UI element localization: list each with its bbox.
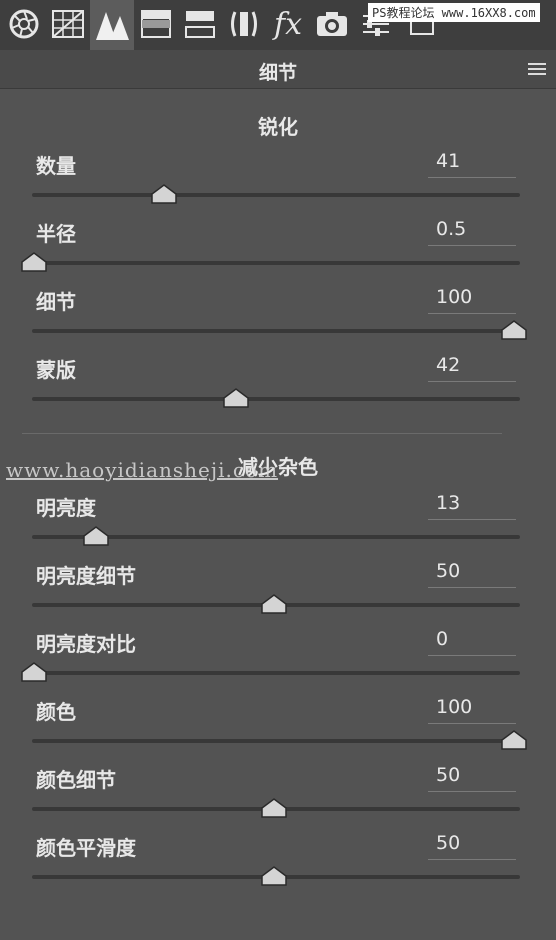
slider-label: 明亮度细节 [36,564,136,588]
slider-thumb[interactable] [21,662,47,682]
slider-track[interactable] [32,329,520,333]
section-title-sharpening: 锐化 [258,115,298,139]
hsl-icon[interactable] [180,4,220,44]
slider-value-input[interactable]: 100 [428,286,516,314]
slider-value-input[interactable]: 42 [428,354,516,382]
slider-thumb[interactable] [222,388,249,408]
panel-title: 细节 [258,62,297,84]
panel-header: 细节 [0,50,556,89]
slider-value-input[interactable]: 50 [428,764,516,792]
slider-label: 明亮度对比 [36,632,136,656]
aperture-icon[interactable] [4,4,44,44]
slider-track[interactable] [32,193,520,197]
panel-menu-icon[interactable] [528,61,546,75]
slider-thumb[interactable] [150,184,177,204]
slider-thumb[interactable] [261,866,287,886]
panel-toolbar: fx PS教程论坛 www.16XX8.com [0,0,556,50]
slider-value-input[interactable]: 0 [428,628,516,656]
section-divider [22,433,502,434]
camera-icon[interactable] [312,4,352,44]
split-tone-icon[interactable] [136,4,176,44]
slider-label: 细节 [36,290,76,314]
slider-value-input[interactable]: 50 [428,560,516,588]
slider-label: 颜色 [36,700,76,724]
slider-label: 半径 [36,222,76,246]
fx-icon[interactable]: fx [268,4,308,44]
slider-thumb[interactable] [83,526,110,546]
slider-value-input[interactable]: 50 [428,832,516,860]
slider-label: 颜色平滑度 [36,836,136,860]
slider-label: 颜色细节 [36,768,116,792]
slider-thumb[interactable] [261,594,287,614]
slider-thumb[interactable] [261,798,287,818]
slider-value-input[interactable]: 100 [428,696,516,724]
slider-label: 明亮度 [36,496,96,520]
slider-label: 数量 [36,154,76,178]
slider-thumb[interactable] [501,730,527,750]
slider-value-input[interactable]: 0.5 [428,218,516,246]
lens-icon[interactable] [224,4,264,44]
slider-value-input[interactable]: 41 [428,150,516,178]
slider-track[interactable] [32,397,520,401]
slider-track[interactable] [32,261,520,265]
grid-icon[interactable] [48,4,88,44]
watermark-top: PS教程论坛 www.16XX8.com [368,3,540,22]
watermark-middle: www.haoyidiansheji.com [6,458,279,482]
slider-thumb[interactable] [501,320,527,340]
slider-track[interactable] [32,671,520,675]
slider-label: 蒙版 [36,358,76,382]
slider-value-input[interactable]: 13 [428,492,516,520]
mountains-icon[interactable] [90,0,134,50]
slider-thumb[interactable] [21,252,47,272]
slider-track[interactable] [32,739,520,743]
